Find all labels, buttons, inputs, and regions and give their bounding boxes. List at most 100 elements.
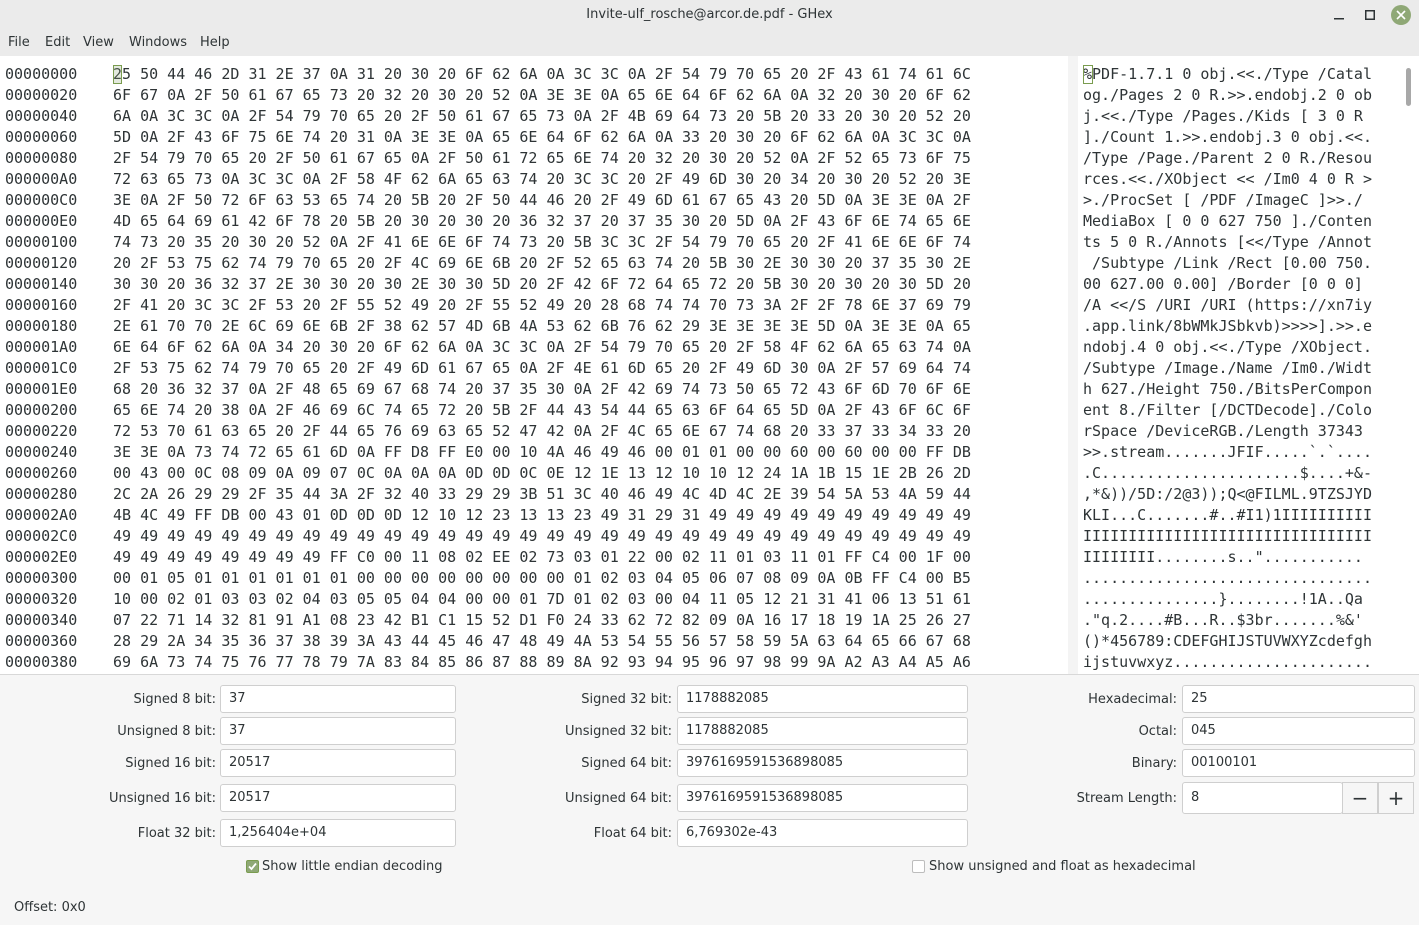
check-icon xyxy=(248,862,257,871)
minus-icon: − xyxy=(1351,786,1369,810)
ascii-row: /Subtype /Image./Name /Im0./Widt xyxy=(1083,359,1372,377)
float-32-label: Float 32 bit: xyxy=(137,826,216,841)
close-icon xyxy=(1396,10,1406,20)
unsigned-64-field[interactable]: 3976169591536898085 xyxy=(677,784,968,812)
menu-help[interactable]: Help xyxy=(200,35,230,50)
stream-length-label: Stream Length: xyxy=(1076,791,1177,806)
unsigned-hex-label[interactable]: Show unsigned and float as hexadecimal xyxy=(929,859,1196,874)
hex-column[interactable]: 25 50 44 46 2D 31 2E 37 0A 31 20 30 20 6… xyxy=(113,64,1063,673)
ascii-row: >./ProcSet [ /PDF /ImageC ]>>./ xyxy=(1083,191,1363,209)
offset-row: 000001E0 xyxy=(5,380,78,398)
menu-view[interactable]: View xyxy=(83,35,114,50)
hex-cursor xyxy=(113,65,122,84)
offset-row: 000000E0 xyxy=(5,212,78,230)
hex-row: 4D 65 64 69 61 42 6F 78 20 5B 20 30 20 3… xyxy=(113,212,971,230)
unsigned-64-label: Unsigned 64 bit: xyxy=(564,791,672,806)
ascii-row: /A <</S /URI /URI (https://xn7iy xyxy=(1083,296,1372,314)
ascii-row: og./Pages 2 0 R.>>.endobj.2 0 ob xyxy=(1083,86,1372,104)
hex-row: 00 01 05 01 01 01 01 01 01 00 00 00 00 0… xyxy=(113,569,971,587)
offset-row: 00000260 xyxy=(5,464,78,482)
binary-field[interactable]: 00100101 xyxy=(1182,749,1415,777)
unsigned-32-label: Unsigned 32 bit: xyxy=(564,724,672,739)
unsigned-hex-checkbox[interactable] xyxy=(912,860,925,873)
hex-row: 72 53 70 61 63 65 20 2F 44 65 76 69 63 6… xyxy=(113,422,971,440)
offset-row: 00000000 xyxy=(5,65,78,83)
hex-row: 28 29 2A 34 35 36 37 38 39 3A 43 44 45 4… xyxy=(113,632,971,650)
signed-64-label: Signed 64 bit: xyxy=(581,756,672,771)
offset-row: 00000040 xyxy=(5,107,78,125)
float-64-field[interactable]: 6,769302e-43 xyxy=(677,819,968,847)
ascii-row: ................................ xyxy=(1083,569,1372,587)
ascii-row: %PDF-1.7.1 0 obj.<<./Type /Catal xyxy=(1083,65,1372,83)
stream-length-increment-button[interactable]: + xyxy=(1378,782,1414,814)
offset-row: 000002C0 xyxy=(5,527,78,545)
little-endian-checkbox[interactable] xyxy=(246,860,259,873)
unsigned-32-field[interactable]: 1178882085 xyxy=(677,717,968,745)
ascii-row: ndobj.4 0 obj.<<./Type /XObject. xyxy=(1083,338,1372,356)
octal-field[interactable]: 045 xyxy=(1182,717,1415,745)
ascii-row: ]./Count 1.>>.endobj.3 0 obj.<<. xyxy=(1083,128,1372,146)
offset-row: 000001C0 xyxy=(5,359,78,377)
unsigned-8-field[interactable]: 37 xyxy=(220,717,456,745)
offset-row: 00000080 xyxy=(5,149,78,167)
ascii-row: ...............}........!1A..Qa xyxy=(1083,590,1363,608)
offset-row: 00000120 xyxy=(5,254,78,272)
signed-64-field[interactable]: 3976169591536898085 xyxy=(677,749,968,777)
menu-windows[interactable]: Windows xyxy=(129,35,187,50)
hex-row: 72 63 65 73 0A 3C 3C 0A 2F 58 4F 62 6A 6… xyxy=(113,170,971,188)
ascii-row: ent 8./Filter [/DCTDecode]./Colo xyxy=(1083,401,1372,419)
signed-16-field[interactable]: 20517 xyxy=(220,749,456,777)
unsigned-8-label: Unsigned 8 bit: xyxy=(117,724,216,739)
hex-row: 65 6E 74 20 38 0A 2F 46 69 6C 74 65 72 2… xyxy=(113,401,971,419)
hex-editor-view[interactable]: 00000000 00000020 00000040 00000060 00000080… xyxy=(0,56,1419,675)
signed-32-field[interactable]: 1178882085 xyxy=(677,685,968,713)
hex-row: 2F 54 79 70 65 20 2F 50 61 67 65 0A 2F 5… xyxy=(113,149,971,167)
offset-row: 00000060 xyxy=(5,128,78,146)
hex-row: 2E 61 70 70 2E 6C 69 6E 6B 2F 38 62 57 4… xyxy=(113,317,971,335)
unsigned-16-field[interactable]: 20517 xyxy=(220,784,456,812)
signed-8-field[interactable]: 37 xyxy=(220,685,456,713)
offset-row: 00000300 xyxy=(5,569,78,587)
offset-row: 00000200 xyxy=(5,401,78,419)
ascii-row: ."q.2....#B...R..$3br.......%&' xyxy=(1083,611,1363,629)
maximize-button[interactable] xyxy=(1360,5,1380,25)
signed-8-label: Signed 8 bit: xyxy=(133,692,216,707)
ascii-row: /Subtype /Link /Rect [0.00 750. xyxy=(1083,254,1372,272)
offset-row: 000002E0 xyxy=(5,548,78,566)
hex-row: 6F 67 0A 2F 50 61 67 65 73 20 32 20 30 2… xyxy=(113,86,971,104)
ascii-row: ,*&))/5D:/2@3));Q<@FILML.9TZSJYD xyxy=(1083,485,1372,503)
ascii-column[interactable]: %PDF-1.7.1 0 obj.<<./Type /Catal og./Page… xyxy=(1083,64,1405,673)
menu-bar: File Edit View Windows Help xyxy=(0,30,1419,56)
ascii-row: ts 5 0 R./Annots [<</Type /Annot xyxy=(1083,233,1372,251)
hex-row: 25 50 44 46 2D 31 2E 37 0A 31 20 30 20 6… xyxy=(113,65,971,83)
hex-row: 69 6A 73 74 75 76 77 78 79 7A 83 84 85 8… xyxy=(113,653,971,671)
stream-length-field[interactable]: 8 xyxy=(1182,782,1343,814)
hex-row: 6E 64 6F 62 6A 0A 34 20 30 20 6F 62 6A 0… xyxy=(113,338,971,356)
float-32-field[interactable]: 1,256404e+04 xyxy=(220,819,456,847)
hex-row: 3E 3E 0A 73 74 72 65 61 6D 0A FF D8 FF E… xyxy=(113,443,971,461)
signed-32-label: Signed 32 bit: xyxy=(581,692,672,707)
stream-length-decrement-button[interactable]: − xyxy=(1342,782,1378,814)
ascii-row: h 627./Height 750./BitsPerCompon xyxy=(1083,380,1372,398)
offset-row: 00000220 xyxy=(5,422,78,440)
hex-row: 49 49 49 49 49 49 49 49 FF C0 00 11 08 0… xyxy=(113,548,971,566)
offset-row: 00000020 xyxy=(5,86,78,104)
maximize-icon xyxy=(1365,10,1375,20)
hexadecimal-field[interactable]: 25 xyxy=(1182,685,1415,713)
hexadecimal-label: Hexadecimal: xyxy=(1088,692,1177,707)
close-button[interactable] xyxy=(1391,5,1411,25)
title-bar: Invite-ulf_rosche@arcor.de.pdf - GHex xyxy=(0,0,1419,30)
vertical-scrollbar[interactable] xyxy=(1406,68,1411,106)
offset-row: 00000340 xyxy=(5,611,78,629)
menu-edit[interactable]: Edit xyxy=(45,35,70,50)
menu-file[interactable]: File xyxy=(8,35,30,50)
little-endian-label[interactable]: Show little endian decoding xyxy=(262,859,443,874)
window-title: Invite-ulf_rosche@arcor.de.pdf - GHex xyxy=(586,7,833,22)
column-separator xyxy=(1068,56,1078,674)
hex-row: 5D 0A 2F 43 6F 75 6E 74 20 31 0A 3E 3E 0… xyxy=(113,128,971,146)
ascii-row: .app.link/8bWMkJSbkvb)>>>>].>>.e xyxy=(1083,317,1372,335)
hex-row: 2F 41 20 3C 3C 2F 53 20 2F 55 52 49 20 2… xyxy=(113,296,971,314)
minimize-button[interactable] xyxy=(1329,5,1349,25)
ascii-row: IIIIIIII........s.."........... xyxy=(1083,548,1363,566)
hex-row: 20 2F 53 75 62 74 79 70 65 20 2F 4C 69 6… xyxy=(113,254,971,272)
